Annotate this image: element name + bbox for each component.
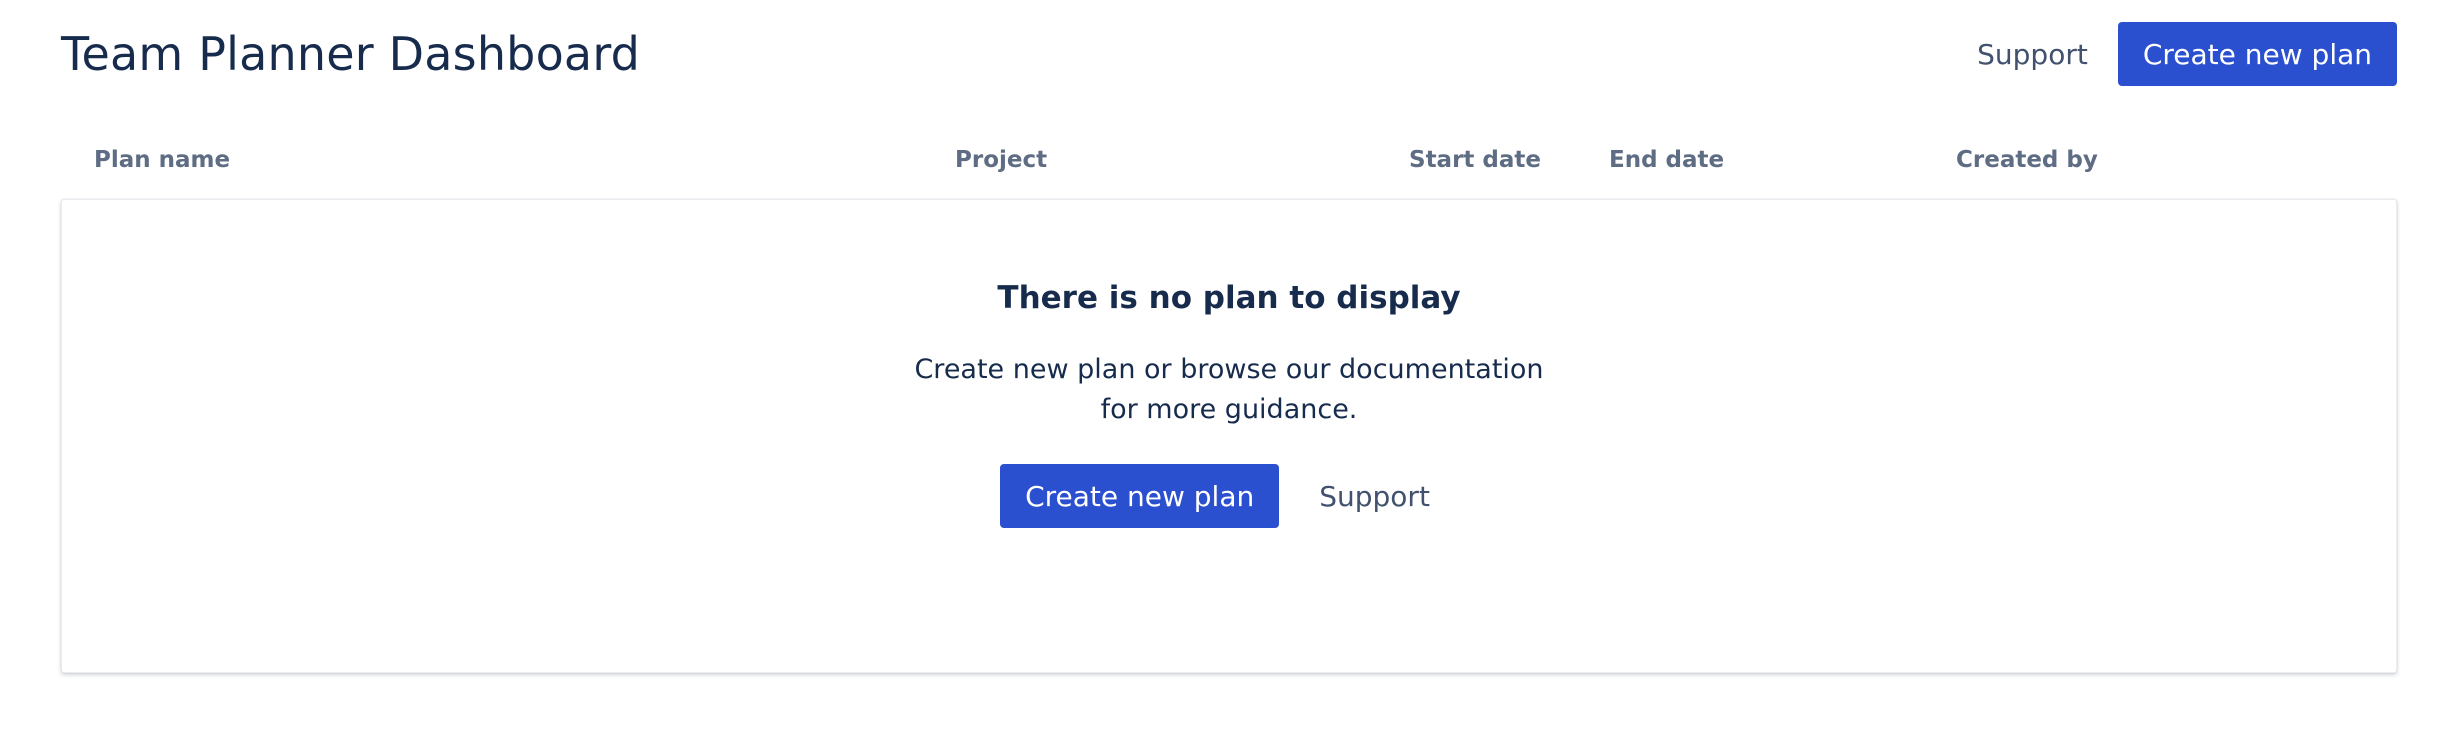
empty-state-card: There is no plan to display Create new p… <box>61 199 2397 673</box>
empty-state-create-plan-button[interactable]: Create new plan <box>1000 464 1280 528</box>
column-header-end-date[interactable]: End date <box>1609 140 1724 180</box>
column-header-plan-name[interactable]: Plan name <box>94 140 230 180</box>
empty-state-support-button[interactable]: Support <box>1289 464 1460 528</box>
table-header: Plan name Project Start date End date Cr… <box>61 140 2397 180</box>
column-header-created-by[interactable]: Created by <box>1956 140 2098 180</box>
page-title: Team Planner Dashboard <box>61 27 641 81</box>
dashboard-page: Team Planner Dashboard Support Create ne… <box>0 0 2458 754</box>
create-new-plan-button[interactable]: Create new plan <box>2117 22 2397 86</box>
empty-state-actions: Create new plan Support <box>62 464 2396 528</box>
page-header: Team Planner Dashboard Support Create ne… <box>61 22 2397 86</box>
empty-state-title: There is no plan to display <box>997 280 1461 316</box>
support-button[interactable]: Support <box>1947 22 2118 86</box>
column-header-start-date[interactable]: Start date <box>1409 140 1541 180</box>
column-header-project[interactable]: Project <box>955 140 1047 180</box>
header-actions: Support Create new plan <box>1947 22 2397 86</box>
empty-state-description: Create new plan or browse our documentat… <box>914 354 1544 425</box>
